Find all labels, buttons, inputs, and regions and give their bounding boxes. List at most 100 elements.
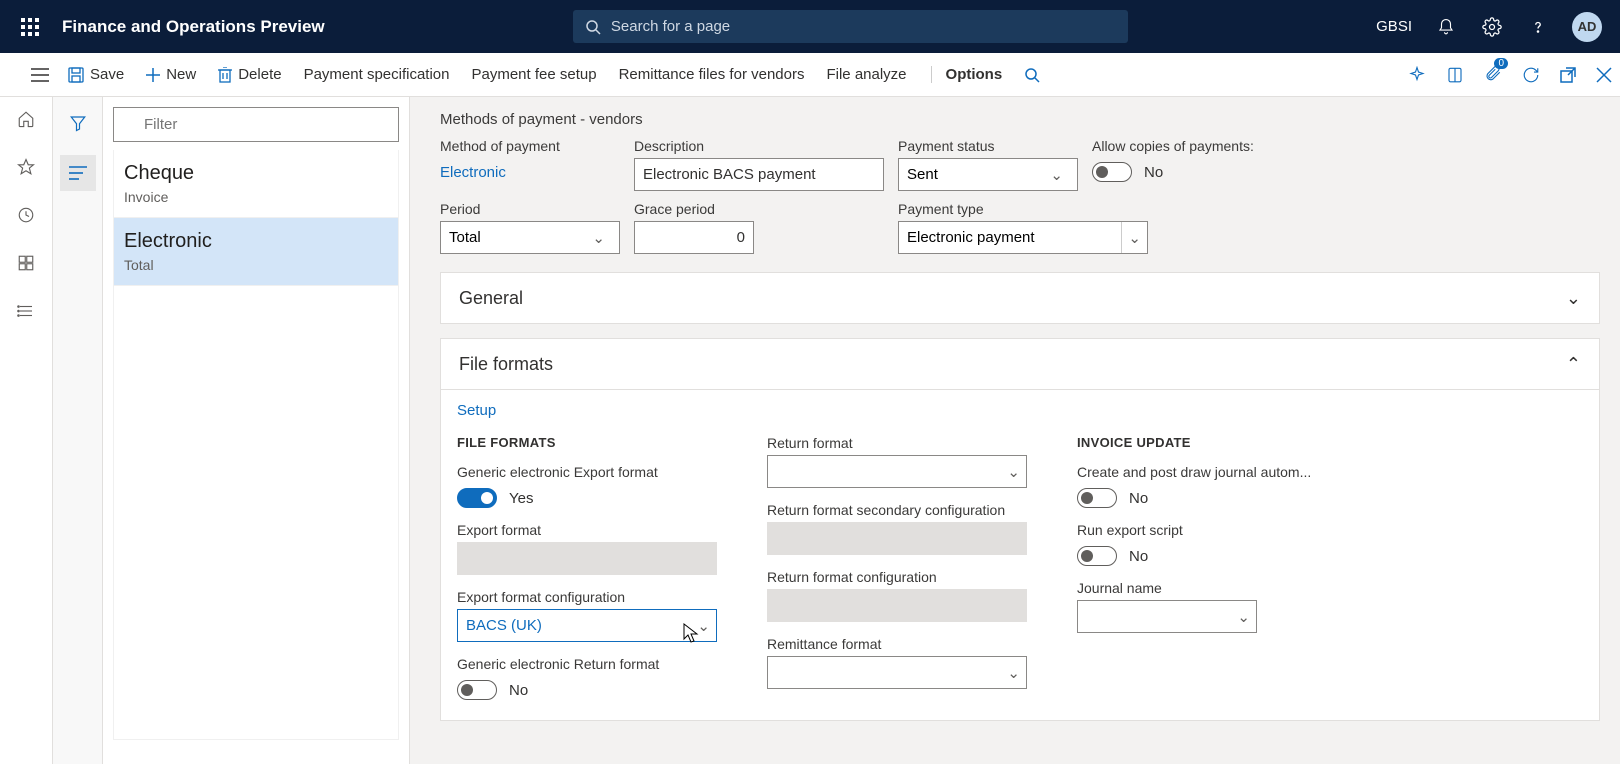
chevron-down-icon: ⌄ — [1121, 222, 1147, 253]
save-button[interactable]: Save — [68, 66, 124, 83]
page-title: Methods of payment - vendors — [440, 111, 1600, 128]
delete-label: Delete — [238, 66, 281, 83]
period-select[interactable]: Total ⌄ — [440, 221, 620, 254]
payment-status-select[interactable]: Sent ⌄ — [898, 158, 1078, 191]
nav-favorites-icon[interactable] — [14, 155, 38, 179]
payment-status-value: Sent — [907, 166, 938, 183]
app-launcher-icon[interactable] — [10, 18, 50, 36]
related-info-icon[interactable] — [60, 155, 96, 191]
chevron-down-icon: ⌄ — [1001, 463, 1026, 481]
create-post-value: No — [1129, 490, 1148, 507]
period-value: Total — [449, 229, 481, 246]
grace-period-input[interactable] — [634, 221, 754, 254]
method-of-payment-value[interactable]: Electronic — [440, 158, 620, 187]
search-icon — [585, 19, 601, 35]
delete-button[interactable]: Delete — [218, 66, 281, 83]
attachments-button[interactable]: 0 — [1484, 64, 1502, 86]
general-fasttab-header[interactable]: General ⌄ — [441, 273, 1599, 323]
save-icon — [68, 67, 84, 83]
journal-name-combo[interactable]: ⌄ — [1077, 600, 1257, 633]
attachment-count: 0 — [1494, 58, 1508, 69]
plus-icon — [146, 68, 160, 82]
export-config-value: BACS (UK) — [466, 617, 542, 634]
run-script-toggle[interactable] — [1077, 546, 1117, 566]
generic-return-label: Generic electronic Return format — [457, 656, 717, 672]
nav-workspaces-icon[interactable] — [14, 251, 38, 275]
file-formats-fasttab-header[interactable]: File formats ⌃ — [441, 339, 1599, 389]
period-label: Period — [440, 201, 620, 217]
chevron-down-icon: ⌄ — [1231, 608, 1256, 626]
book-icon[interactable] — [1446, 66, 1464, 84]
export-format-label: Export format — [457, 522, 717, 538]
description-input[interactable] — [634, 158, 884, 191]
setup-link[interactable]: Setup — [457, 402, 1583, 419]
notifications-icon[interactable] — [1434, 15, 1458, 39]
remittance-files-button[interactable]: Remittance files for vendors — [619, 66, 805, 83]
invoice-update-section-header: INVOICE UPDATE — [1077, 435, 1337, 450]
allow-copies-label: Allow copies of payments: — [1092, 138, 1600, 154]
file-formats-section-header: FILE FORMATS — [457, 435, 717, 450]
left-nav-rail — [0, 97, 53, 764]
search-placeholder: Search for a page — [611, 18, 730, 35]
list-item-title: Cheque — [124, 162, 388, 185]
top-header: Finance and Operations Preview Search fo… — [0, 0, 1620, 53]
chevron-down-icon: ⌄ — [691, 617, 716, 635]
user-avatar[interactable]: AD — [1572, 12, 1602, 42]
create-post-label: Create and post draw journal autom... — [1077, 464, 1337, 480]
remittance-format-combo[interactable]: ⌄ — [767, 656, 1027, 689]
export-format-input — [457, 542, 717, 575]
generic-export-label: Generic electronic Export format — [457, 464, 717, 480]
search-icon — [1024, 67, 1040, 83]
list-filter-input[interactable] — [113, 107, 399, 142]
payment-specification-label: Payment specification — [304, 66, 450, 83]
return-format-combo[interactable]: ⌄ — [767, 455, 1027, 488]
main-content: Methods of payment - vendors Method of p… — [410, 97, 1620, 764]
chevron-down-icon: ⌄ — [1001, 664, 1026, 682]
find-button[interactable] — [1024, 67, 1040, 83]
options-button[interactable]: Options — [931, 66, 1003, 83]
chevron-down-icon: ⌄ — [1566, 288, 1581, 309]
create-post-toggle[interactable] — [1077, 488, 1117, 508]
options-label: Options — [946, 66, 1003, 83]
list-item-subtitle: Total — [124, 257, 388, 273]
app-title: Finance and Operations Preview — [62, 17, 325, 37]
payment-type-label: Payment type — [898, 201, 1148, 217]
nav-modules-icon[interactable] — [14, 299, 38, 323]
return-secondary-input — [767, 522, 1027, 555]
filter-pane-icon[interactable] — [60, 105, 96, 141]
nav-home-icon[interactable] — [14, 107, 38, 131]
new-button[interactable]: New — [146, 66, 196, 83]
nav-recent-icon[interactable] — [14, 203, 38, 227]
file-formats-fasttab: File formats ⌃ Setup FILE FORMATS Generi… — [440, 338, 1600, 721]
settings-icon[interactable] — [1480, 15, 1504, 39]
run-script-label: Run export script — [1077, 522, 1337, 538]
general-fasttab-title: General — [459, 288, 523, 309]
generic-export-toggle[interactable] — [457, 488, 497, 508]
popout-icon[interactable] — [1560, 67, 1576, 83]
action-bar: Save New Delete Payment specification Pa… — [0, 53, 1620, 97]
return-secondary-label: Return format secondary configuration — [767, 502, 1027, 518]
list-panel: Cheque Invoice Electronic Total — [103, 97, 410, 764]
return-format-label: Return format — [767, 435, 1027, 451]
global-search-input[interactable]: Search for a page — [573, 10, 1128, 43]
generic-export-value: Yes — [509, 490, 533, 507]
copilot-icon[interactable] — [1408, 66, 1426, 84]
chevron-down-icon: ⌄ — [1044, 166, 1069, 184]
payment-status-label: Payment status — [898, 138, 1078, 154]
nav-toggle-icon[interactable] — [20, 68, 60, 82]
export-config-combo[interactable]: BACS (UK) ⌄ — [457, 609, 717, 642]
payment-fee-setup-button[interactable]: Payment fee setup — [471, 66, 596, 83]
payment-specification-button[interactable]: Payment specification — [304, 66, 450, 83]
help-icon[interactable] — [1526, 15, 1550, 39]
refresh-icon[interactable] — [1522, 66, 1540, 84]
list-item[interactable]: Electronic Total — [114, 218, 398, 286]
allow-copies-toggle[interactable] — [1092, 162, 1132, 182]
legal-entity-picker[interactable]: GBSI — [1376, 18, 1412, 35]
payment-type-select[interactable]: Electronic payment ⌄ — [898, 221, 1148, 254]
close-icon[interactable] — [1596, 67, 1612, 83]
general-fasttab: General ⌄ — [440, 272, 1600, 324]
return-config-label: Return format configuration — [767, 569, 1027, 585]
list-item[interactable]: Cheque Invoice — [114, 150, 398, 218]
file-analyze-button[interactable]: File analyze — [826, 66, 906, 83]
generic-return-toggle[interactable] — [457, 680, 497, 700]
